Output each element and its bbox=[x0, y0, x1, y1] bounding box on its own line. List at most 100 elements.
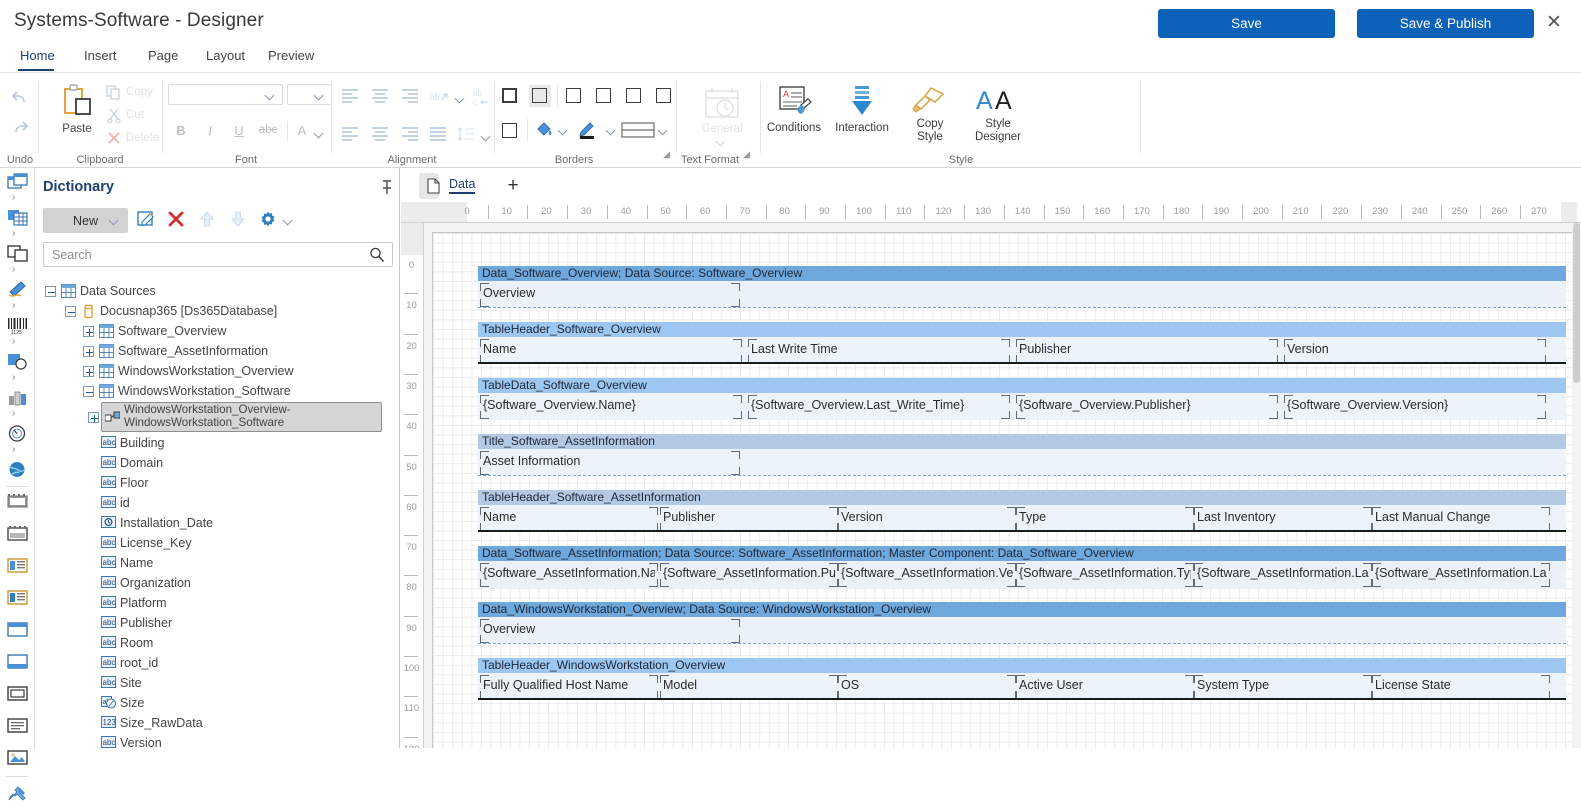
report-band[interactable]: Title_Software_AssetInformationAsset Inf… bbox=[478, 434, 1566, 476]
cell-handle[interactable] bbox=[480, 467, 489, 475]
cell-handle[interactable] bbox=[1016, 339, 1025, 347]
report-band[interactable]: TableHeader_Software_OverviewNameLast Wr… bbox=[478, 322, 1566, 364]
line-spacing-icon[interactable] bbox=[456, 125, 476, 143]
cell-handle[interactable] bbox=[480, 619, 489, 627]
band-body[interactable]: {Software_Overview.Name}{Software_Overvi… bbox=[478, 393, 1566, 420]
report-band[interactable]: Data_WindowsWorkstation_Overview; Data S… bbox=[478, 602, 1566, 644]
border-all-icon[interactable] bbox=[499, 85, 521, 107]
cell-handle[interactable] bbox=[480, 411, 489, 419]
cell-handle[interactable] bbox=[1363, 507, 1372, 515]
expander-plus-icon[interactable] bbox=[83, 326, 94, 337]
report-cell[interactable]: {Software_Overview.Name} bbox=[483, 398, 739, 422]
shapes-pen-icon[interactable] bbox=[7, 281, 28, 298]
tab-home[interactable]: Home bbox=[14, 44, 58, 73]
cell-handle[interactable] bbox=[1284, 411, 1293, 419]
report-band[interactable]: TableData_Software_Overview{Software_Ove… bbox=[478, 378, 1566, 420]
cell-handle[interactable] bbox=[1541, 507, 1550, 515]
shapes-expand-icon[interactable]: › bbox=[12, 301, 22, 311]
cell-handle[interactable] bbox=[1537, 411, 1546, 419]
cell-handle[interactable] bbox=[748, 339, 757, 347]
cell-handle[interactable] bbox=[480, 579, 489, 587]
band-body[interactable]: NamePublisherVersionTypeLast InventoryLa… bbox=[478, 505, 1566, 532]
cell-handle[interactable] bbox=[829, 563, 838, 571]
border-right-icon[interactable] bbox=[593, 85, 615, 107]
vertical-ruler[interactable]: 0102030405060708090100110120 bbox=[401, 223, 424, 748]
scrollbar-thumb[interactable] bbox=[1573, 223, 1580, 383]
band-body[interactable]: Overview bbox=[478, 617, 1566, 644]
report-band[interactable]: TableHeader_Software_AssetInformationNam… bbox=[478, 490, 1566, 532]
chart-icon[interactable] bbox=[7, 389, 28, 406]
chevron-down-icon[interactable] bbox=[456, 94, 465, 103]
undo-icon[interactable] bbox=[8, 85, 32, 109]
barcode-icon[interactable]: 1125 bbox=[7, 317, 28, 334]
tab-page[interactable]: Page bbox=[142, 44, 180, 73]
report-cell[interactable]: {Software_AssetInformation.Version} bbox=[841, 566, 1013, 590]
cell-handle[interactable] bbox=[838, 675, 847, 683]
search-icon[interactable] bbox=[369, 247, 385, 263]
report-page[interactable]: Data_Software_Overview; Data Source: Sof… bbox=[432, 232, 1573, 748]
cell-handle[interactable] bbox=[1194, 563, 1203, 571]
cell-handle[interactable] bbox=[1537, 395, 1546, 403]
expander-plus-icon[interactable] bbox=[88, 412, 99, 423]
align-right-icon[interactable] bbox=[400, 89, 420, 104]
bands-icon[interactable] bbox=[7, 173, 28, 190]
image-band-icon[interactable] bbox=[7, 749, 28, 766]
underline-button[interactable]: U bbox=[228, 123, 250, 143]
cell-handle[interactable] bbox=[1372, 579, 1381, 587]
paste-button[interactable]: Paste bbox=[52, 83, 102, 135]
cell-handle[interactable] bbox=[1001, 395, 1010, 403]
cell-handle[interactable] bbox=[1372, 563, 1381, 571]
strikethrough-button[interactable]: abc bbox=[257, 124, 279, 144]
footer-band-icon[interactable] bbox=[7, 653, 28, 670]
cell-handle[interactable] bbox=[1016, 579, 1025, 587]
copy-button[interactable]: Copy bbox=[106, 84, 160, 101]
cell-handle[interactable] bbox=[660, 675, 669, 683]
report-band[interactable]: Data_Software_AssetInformation; Data Sou… bbox=[478, 546, 1566, 588]
cell-handle[interactable] bbox=[1541, 563, 1550, 571]
border-color-icon[interactable] bbox=[577, 118, 601, 142]
chevron-down-icon[interactable] bbox=[559, 126, 568, 135]
band-body[interactable]: {Software_AssetInformation.Name}{Softwar… bbox=[478, 561, 1566, 588]
border-style-icon[interactable] bbox=[621, 120, 655, 140]
cell-handle[interactable] bbox=[829, 579, 838, 587]
chevron-down-icon[interactable] bbox=[284, 216, 293, 225]
band-caption[interactable]: Data_WindowsWorkstation_Overview; Data S… bbox=[478, 602, 1566, 617]
horizontal-ruler[interactable]: 0102030405060708090100110120130140150160… bbox=[401, 202, 1581, 223]
add-page-button[interactable]: + bbox=[504, 177, 522, 195]
cell-handle[interactable] bbox=[1007, 507, 1016, 515]
containers-expand-icon[interactable]: › bbox=[12, 265, 22, 275]
redo-icon[interactable] bbox=[8, 115, 32, 139]
cell-handle[interactable] bbox=[829, 507, 838, 515]
canvas-vertical-scrollbar[interactable] bbox=[1572, 223, 1581, 748]
cell-handle[interactable] bbox=[733, 395, 742, 403]
cell-handle[interactable] bbox=[1194, 675, 1203, 683]
delete-icon[interactable] bbox=[166, 209, 188, 231]
cell-handle[interactable] bbox=[733, 411, 742, 419]
copy-style-button[interactable]: Copy Style bbox=[898, 85, 962, 143]
cell-handle[interactable] bbox=[1016, 411, 1025, 419]
cell-handle[interactable] bbox=[1541, 579, 1550, 587]
cell-handle[interactable] bbox=[731, 283, 740, 291]
band-body[interactable]: Overview bbox=[478, 281, 1566, 308]
band-body[interactable]: Fully Qualified Host NameModelOSActive U… bbox=[478, 673, 1566, 700]
cell-handle[interactable] bbox=[649, 675, 658, 683]
save-button[interactable]: Save bbox=[1158, 9, 1335, 38]
header-band-icon[interactable] bbox=[7, 621, 28, 638]
report-title-band-icon[interactable] bbox=[7, 493, 28, 510]
tab-insert[interactable]: Insert bbox=[78, 44, 120, 73]
border-none-icon[interactable] bbox=[529, 85, 551, 107]
border-bottom-icon[interactable] bbox=[653, 85, 675, 107]
align-justify-icon[interactable] bbox=[428, 127, 448, 142]
cell-handle[interactable] bbox=[1185, 507, 1194, 515]
report-cell[interactable]: {Software_AssetInformation.Publisher} bbox=[663, 566, 835, 590]
italic-button[interactable]: I bbox=[199, 123, 221, 143]
cell-handle[interactable] bbox=[1363, 675, 1372, 683]
cell-handle[interactable] bbox=[480, 507, 489, 515]
report-band[interactable]: Data_Software_Overview; Data Source: Sof… bbox=[478, 266, 1566, 308]
text-band-icon[interactable] bbox=[7, 717, 28, 734]
tab-layout[interactable]: Layout bbox=[200, 44, 246, 73]
chart-expand-icon[interactable]: › bbox=[12, 409, 22, 419]
cell-handle[interactable] bbox=[748, 395, 757, 403]
expander-plus-icon[interactable] bbox=[83, 366, 94, 377]
cell-handle[interactable] bbox=[480, 675, 489, 683]
